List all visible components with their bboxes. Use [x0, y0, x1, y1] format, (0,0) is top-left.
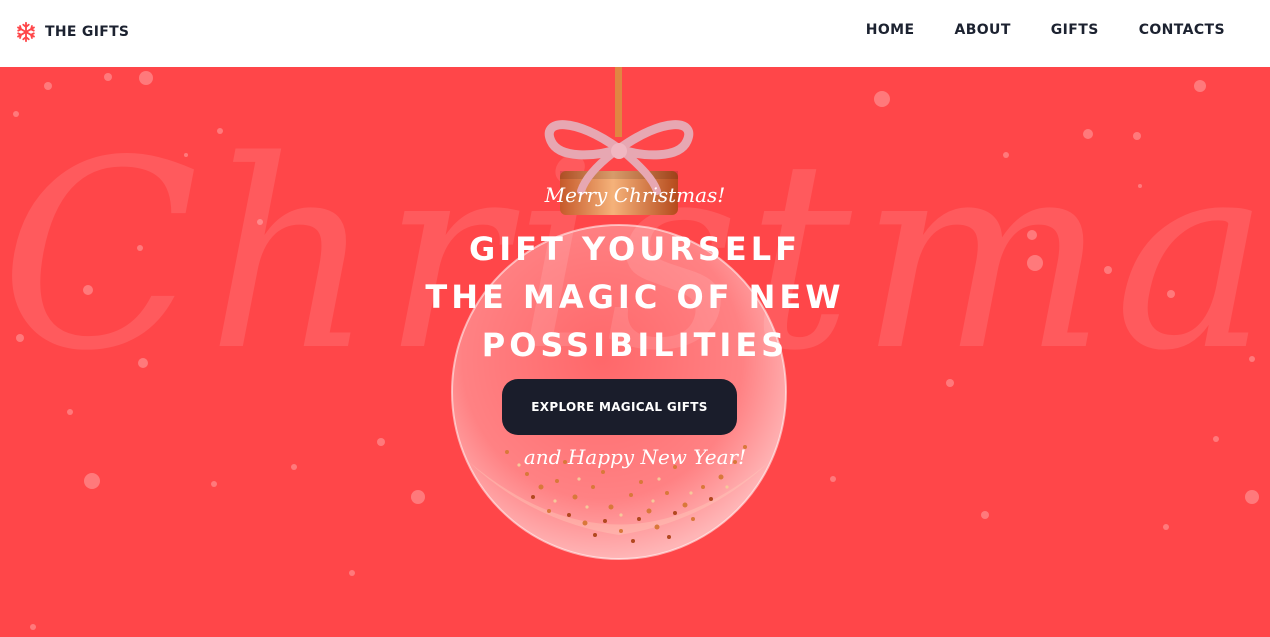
nav-contacts[interactable]: CONTACTS	[1139, 22, 1225, 38]
headline-line-3: POSSIBILITIES	[481, 326, 789, 364]
site-header: THE GIFTS HOME ABOUT GIFTS CONTACTS	[0, 0, 1270, 67]
headline-line-2: THE MAGIC OF NEW	[425, 278, 845, 316]
hero-section: Christmas	[0, 67, 1270, 637]
merry-christmas-text: Merry Christmas!	[544, 183, 726, 207]
logo-text: THE GIFTS	[45, 24, 130, 40]
explore-gifts-button[interactable]: EXPLORE MAGICAL GIFTS	[502, 379, 737, 435]
logo[interactable]: THE GIFTS	[15, 20, 129, 44]
main-nav: HOME ABOUT GIFTS CONTACTS	[826, 22, 1225, 38]
happy-new-year-text: and Happy New Year!	[523, 445, 747, 469]
headline-line-1: GIFT YOURSELF	[468, 230, 801, 268]
snowflake-icon	[17, 21, 35, 43]
nav-about[interactable]: ABOUT	[954, 22, 1010, 38]
nav-home[interactable]: HOME	[866, 22, 915, 38]
nav-gifts[interactable]: GIFTS	[1051, 22, 1099, 38]
hero-headline: GIFT YOURSELF THE MAGIC OF NEW POSSIBILI…	[0, 225, 1270, 369]
